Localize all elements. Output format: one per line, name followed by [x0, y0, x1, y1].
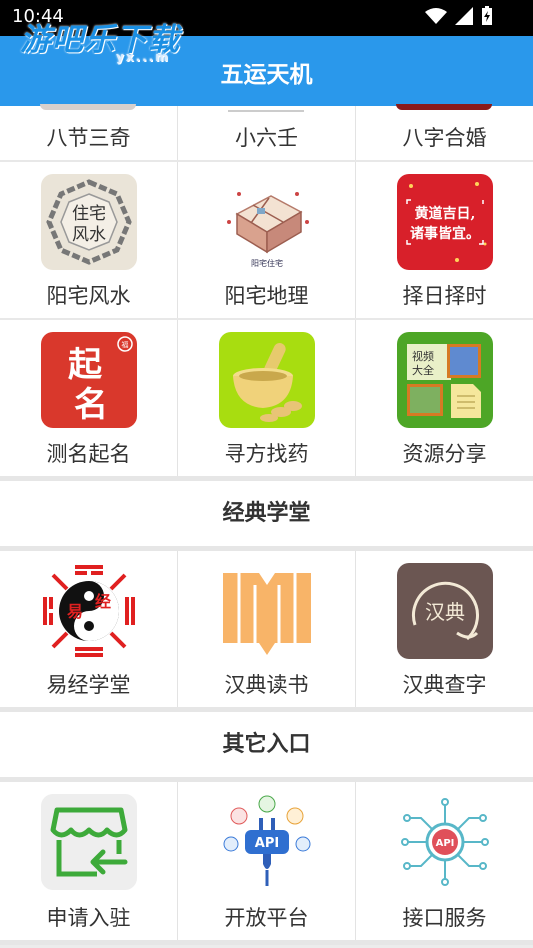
grid-item-label: 寻方找药	[224, 442, 309, 466]
grid-row: 易 经 易经学堂 汉典读书 汉典 汉典查字	[0, 551, 533, 707]
svg-text:诸事皆宜。: 诸事皆宜。	[410, 225, 480, 242]
watermark-logo: 游吧乐下载 yx...m	[20, 14, 180, 64]
page-title: 五运天机	[220, 62, 313, 88]
grid-item-naming[interactable]: 福 起 名 测名起名	[0, 320, 178, 476]
grid-item-label: 汉典查字	[402, 673, 487, 697]
signal-icon	[455, 7, 473, 25]
grid-item-label: 汉典读书	[224, 673, 309, 697]
xiaoliuren-icon	[228, 104, 304, 112]
section-title-others: 其它入口	[0, 712, 533, 777]
store-apply-icon	[40, 794, 137, 890]
grid-item-open-platform[interactable]: API 开放平台	[178, 782, 356, 940]
grid-item-label: 资源分享	[402, 442, 487, 466]
grid-row: 福 起 名 测名起名 寻方找药 视频 大全 资源分享	[0, 320, 533, 476]
svg-text:汉典: 汉典	[425, 600, 465, 624]
menu-content: 八节三奇 小六壬 八字合婚 住宅 风水 阳宅风水 阳宅住宅 阳宅地理 黄道吉日,…	[0, 104, 533, 945]
api-plug-icon: API	[218, 794, 315, 890]
svg-text:住宅: 住宅	[72, 204, 106, 224]
svg-text:API: API	[435, 838, 454, 849]
grid-item-api-service[interactable]: API 接口服务	[356, 782, 533, 940]
status-icons	[425, 6, 493, 26]
grid-item-label: 八节三奇	[46, 126, 131, 150]
grid-row: 住宅 风水 阳宅风水 阳宅住宅 阳宅地理 黄道吉日, 诸事皆宜。 择日择时	[0, 162, 533, 318]
svg-text:经: 经	[94, 592, 110, 611]
grid-item-bajie[interactable]: 八节三奇	[0, 104, 178, 160]
grid-item-label: 阳宅风水	[46, 284, 131, 308]
wifi-icon	[425, 8, 447, 24]
svg-text:大全: 大全	[412, 363, 434, 377]
grid-item-label: 八字合婚	[402, 126, 487, 150]
svg-text:风水: 风水	[72, 225, 106, 245]
grid-row-partial: 八节三奇 小六壬 八字合婚	[0, 104, 533, 160]
grid-item-medicine[interactable]: 寻方找药	[178, 320, 356, 476]
grid-item-yangzhai-dili[interactable]: 阳宅住宅 阳宅地理	[178, 162, 356, 318]
svg-text:福: 福	[121, 340, 128, 349]
grid-item-handian-reading[interactable]: 汉典读书	[178, 551, 356, 707]
grid-item-resources[interactable]: 视频 大全 资源分享	[356, 320, 533, 476]
naming-icon: 福 起 名	[40, 332, 137, 428]
grid-item-label: 测名起名	[46, 442, 131, 466]
grid-item-label: 易经学堂	[46, 673, 131, 697]
grid-item-bazi[interactable]: 八字合婚	[356, 104, 533, 160]
handian-dictionary-icon: 汉典	[396, 563, 493, 659]
grid-item-label: 开放平台	[224, 906, 309, 930]
mortar-pestle-icon	[218, 332, 315, 428]
svg-text:黄道吉日,: 黄道吉日,	[414, 205, 475, 222]
house-floorplan-icon: 阳宅住宅	[218, 174, 315, 270]
grid-item-zeri[interactable]: 黄道吉日, 诸事皆宜。 择日择时	[356, 162, 533, 318]
grid-item-yijing[interactable]: 易 经 易经学堂	[0, 551, 178, 707]
grid-item-apply[interactable]: 申请入驻	[0, 782, 178, 940]
grid-item-label: 择日择时	[402, 284, 487, 308]
grid-item-handian-dictionary[interactable]: 汉典 汉典查字	[356, 551, 533, 707]
yinyang-bagua-icon: 易 经	[40, 563, 137, 659]
section-title-classics: 经典学堂	[0, 481, 533, 546]
svg-text:易: 易	[66, 602, 82, 621]
auspicious-day-icon: 黄道吉日, 诸事皆宜。	[396, 174, 493, 270]
grid-item-label: 小六壬	[235, 126, 298, 150]
grid-item-label: 申请入驻	[46, 906, 131, 930]
grid-item-label: 阳宅地理	[224, 284, 309, 308]
bagua-fengshui-icon: 住宅 风水	[40, 174, 137, 270]
open-book-icon	[218, 563, 315, 659]
svg-text:API: API	[254, 836, 278, 851]
grid-item-xiaoliuren[interactable]: 小六壬	[178, 106, 356, 160]
svg-text:名: 名	[74, 385, 108, 425]
grid-row: 申请入驻 API 开放平台 API 接口服务	[0, 782, 533, 940]
svg-text:视频: 视频	[412, 349, 434, 363]
grid-item-label: 接口服务	[402, 906, 487, 930]
grid-item-yangzhai-fengshui[interactable]: 住宅 风水 阳宅风水	[0, 162, 178, 318]
api-circuit-icon: API	[396, 794, 493, 890]
bazi-marriage-icon	[396, 104, 492, 110]
resource-share-icon: 视频 大全	[396, 332, 493, 428]
eight-nodes-icon	[40, 104, 136, 110]
battery-icon	[482, 6, 492, 25]
watermark-subtext: yx...m	[116, 50, 170, 64]
svg-text:起: 起	[68, 345, 103, 385]
svg-text:阳宅住宅: 阳宅住宅	[251, 258, 283, 268]
